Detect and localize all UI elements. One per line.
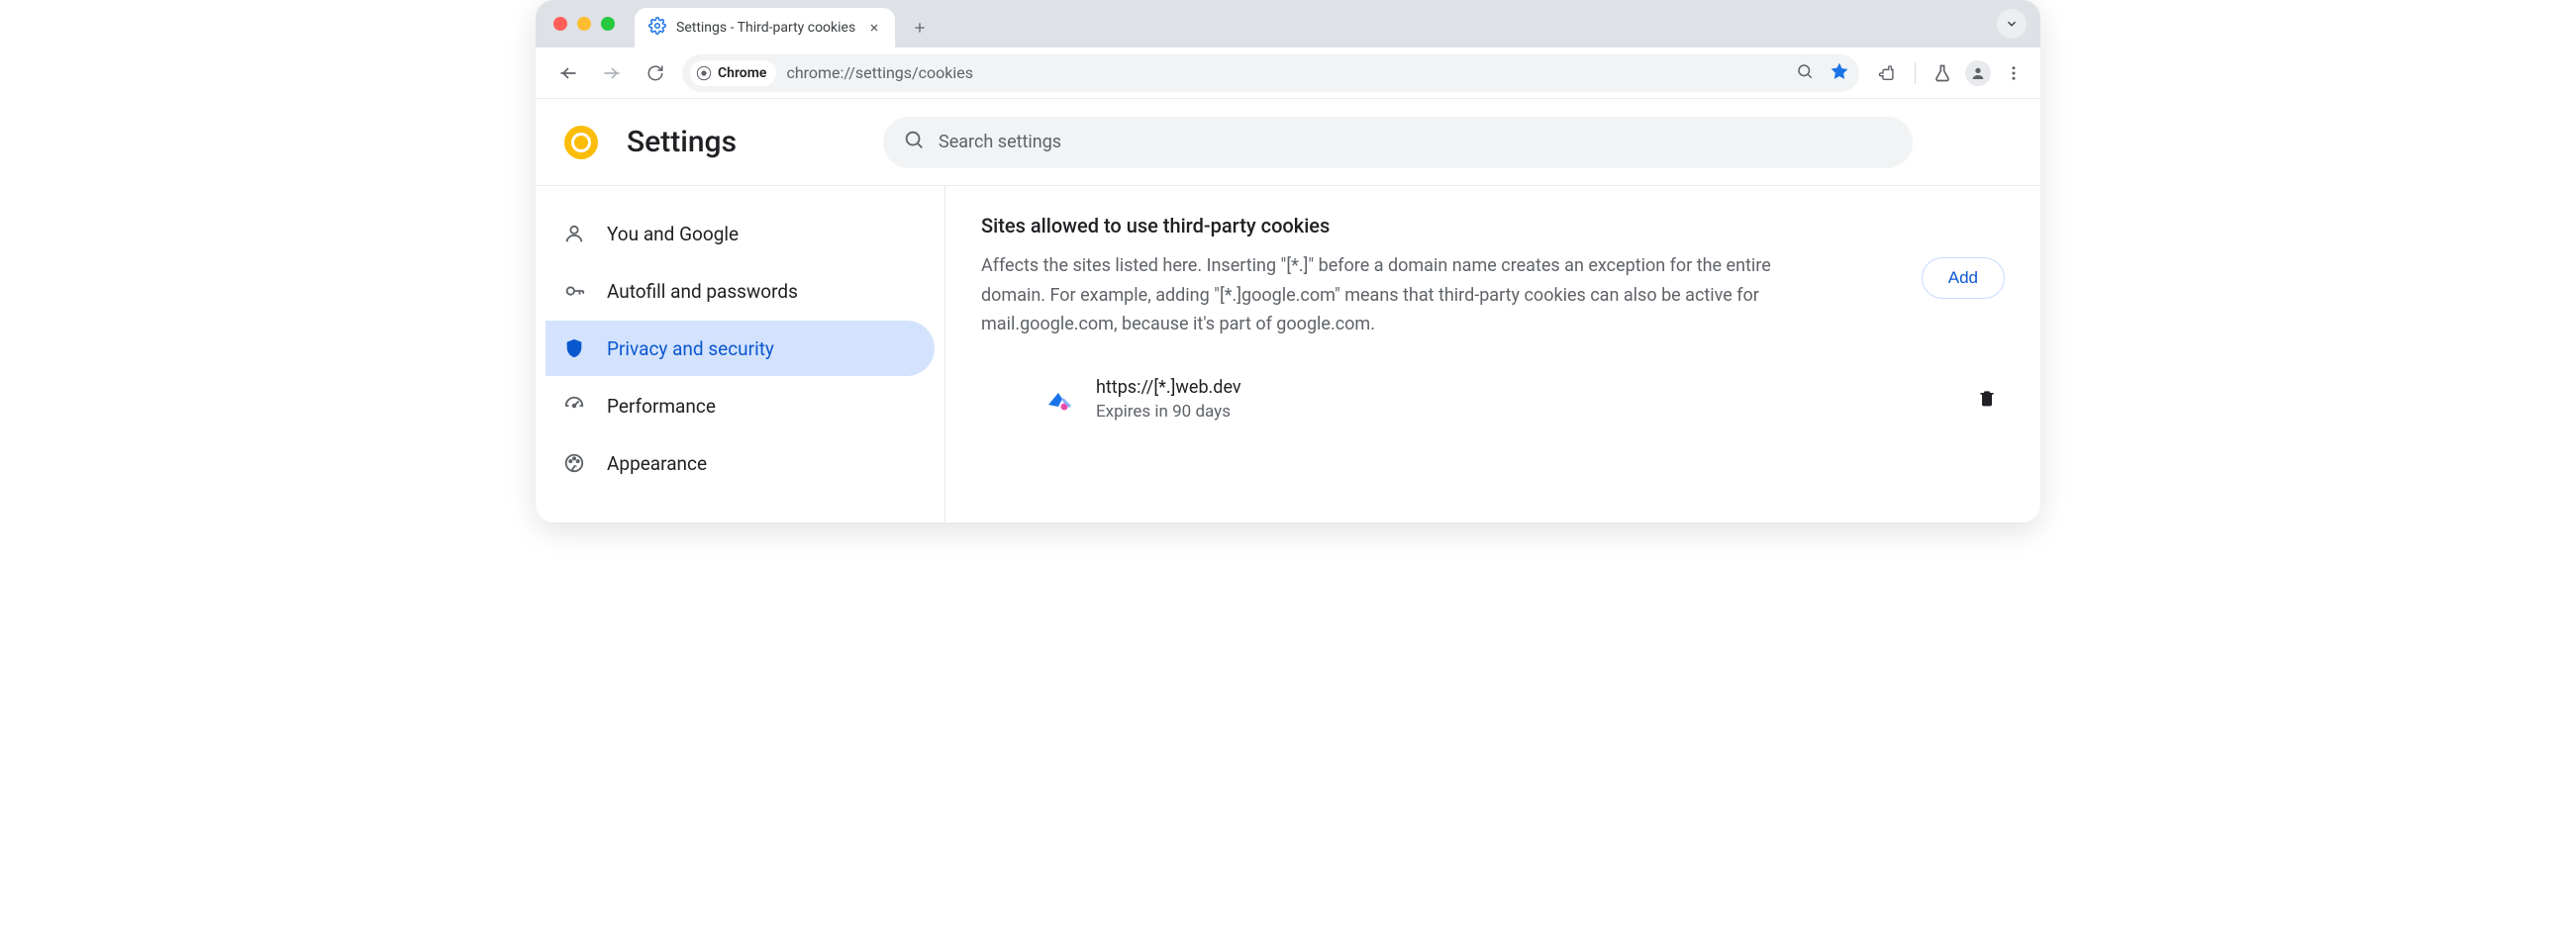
sidebar-item-performance[interactable]: Performance [545,378,935,433]
page-title: Settings [627,125,737,159]
close-tab-icon[interactable] [865,19,883,37]
chrome-chip-label: Chrome [718,65,766,81]
sidebar-item-autofill[interactable]: Autofill and passwords [545,263,935,319]
delete-site-icon[interactable] [1977,387,1997,413]
toolbar-actions [1877,60,2025,86]
sidebar-item-label: Privacy and security [607,337,774,360]
sidebar-item-label: Appearance [607,452,707,475]
toolbar-divider [1915,62,1916,84]
minimize-window-button[interactable] [577,17,591,31]
back-button[interactable] [551,56,585,90]
search-settings-input[interactable]: Search settings [883,117,1913,168]
search-placeholder: Search settings [939,132,1061,152]
tab-strip: Settings - Third-party cookies [536,0,2040,47]
search-icon [903,129,925,155]
site-expiry: Expires in 90 days [1096,402,1955,422]
settings-body: You and Google Autofill and passwords Pr… [536,186,2040,522]
toolbar: Chrome chrome://settings/cookies [536,47,2040,99]
allowed-site-row: https://[*.]web.dev Expires in 90 days [981,359,2005,422]
chrome-chip: Chrome [690,60,776,86]
reload-button[interactable] [639,56,672,90]
sidebar-item-label: Performance [607,395,716,418]
close-window-button[interactable] [553,17,567,31]
chrome-logo-icon [563,125,599,160]
sidebar: You and Google Autofill and passwords Pr… [536,186,945,522]
browser-tab[interactable]: Settings - Third-party cookies [635,8,895,47]
main-panel: Sites allowed to use third-party cookies… [945,186,2040,522]
site-favicon-icon [1044,385,1074,415]
new-tab-button[interactable] [903,11,937,45]
settings-header: Settings Search settings [536,99,2040,186]
sidebar-item-label: You and Google [607,223,739,245]
section-description: Affects the sites listed here. Inserting… [981,251,1833,339]
settings-gear-icon [648,17,666,39]
section-header: Sites allowed to use third-party cookies… [981,214,2005,339]
forward-button[interactable] [595,56,629,90]
kebab-menu-icon[interactable] [2003,62,2025,84]
sidebar-item-label: Autofill and passwords [607,280,798,303]
url-text: chrome://settings/cookies [786,63,973,82]
window-controls [553,0,635,47]
sidebar-item-appearance[interactable]: Appearance [545,435,935,491]
site-url: https://[*.]web.dev [1096,377,1955,398]
bookmark-star-icon[interactable] [1830,61,1849,85]
sidebar-item-privacy[interactable]: Privacy and security [545,321,935,376]
zoom-icon[interactable] [1796,62,1814,84]
sidebar-item-you-and-google[interactable]: You and Google [545,206,935,261]
tab-overflow-button[interactable] [1997,9,2027,39]
profile-avatar[interactable] [1965,60,1991,86]
labs-icon[interactable] [1932,62,1953,84]
section-title: Sites allowed to use third-party cookies [981,214,1892,237]
add-button[interactable]: Add [1922,257,2005,299]
browser-window: Settings - Third-party cookies Chrome [536,0,2040,522]
tab-title: Settings - Third-party cookies [676,20,855,36]
address-bar[interactable]: Chrome chrome://settings/cookies [682,54,1859,92]
extensions-icon[interactable] [1877,62,1899,84]
maximize-window-button[interactable] [601,17,615,31]
